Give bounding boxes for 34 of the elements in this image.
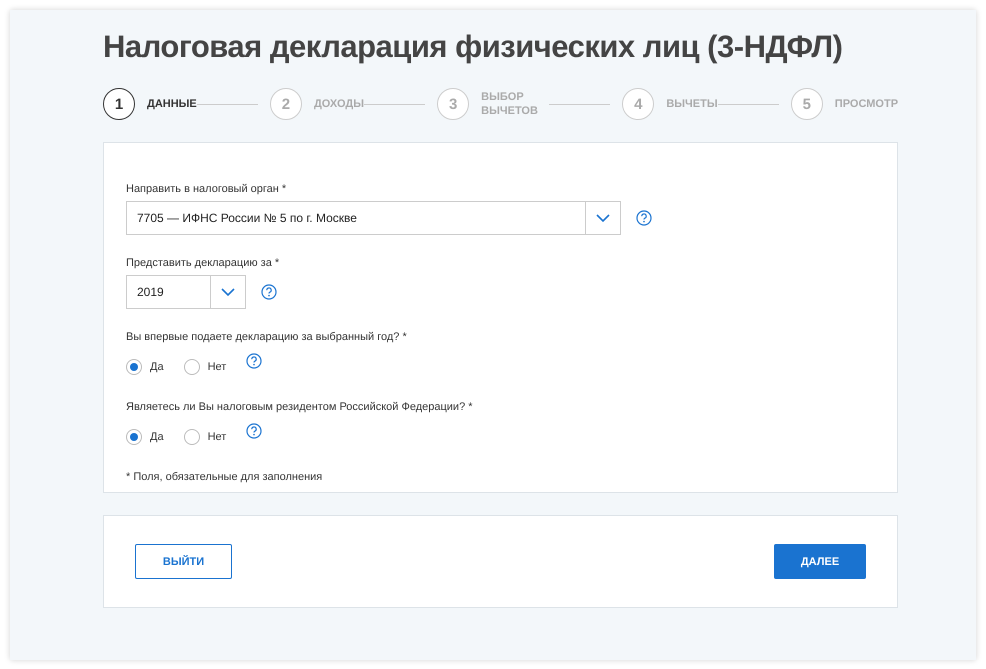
radio-button[interactable] [184, 429, 200, 445]
radio-label: Да [150, 361, 164, 373]
page-title: Налоговая декларация физических лиц (3-НДФЛ) [103, 28, 844, 66]
step-label: ВЫБОР ВЫЧЕТОВ [481, 90, 539, 118]
radio-button[interactable] [126, 429, 142, 445]
help-icon[interactable] [246, 353, 262, 369]
radio-button[interactable] [126, 359, 142, 375]
step-label: ПРОСМОТР [834, 97, 898, 111]
radio-label: Нет [208, 361, 226, 373]
chevron-icon [596, 214, 610, 222]
step-number: 5 [790, 88, 823, 120]
radio-button[interactable] [184, 359, 200, 375]
select-field[interactable]: 7705 — ИФНС России № 5 по г. Москве [126, 201, 621, 235]
question-label: Вы впервые подаете декларацию за выбранный год? * [126, 331, 408, 343]
exit-button[interactable]: ВЫЙТИ [135, 544, 232, 579]
field-label: Направить в налоговый орган * [126, 183, 288, 195]
field-label: Представить декларацию за * [126, 257, 280, 269]
next-button[interactable]: ДАЛЕЕ [774, 544, 866, 579]
help-icon[interactable] [261, 284, 277, 300]
step-number: 3 [437, 88, 470, 120]
question-label: Являетесь ли Вы налоговым резидентом Российской Федерации? * [126, 401, 474, 413]
chevron-icon [221, 288, 235, 296]
help-icon[interactable] [636, 210, 652, 226]
step-label: ДАННЫЕ [147, 97, 197, 111]
step-label: ДОХОДЫ [314, 97, 364, 111]
step-number: 1 [103, 88, 135, 120]
radio-label: Нет [208, 431, 226, 443]
radio-label: Да [150, 431, 164, 443]
step-number: 4 [622, 88, 654, 120]
step-label: ВЫЧЕТЫ [666, 97, 718, 111]
required-note: * Поля, обязательные для заполнения [126, 471, 324, 483]
help-icon[interactable] [246, 423, 262, 439]
step-number: 2 [270, 88, 302, 120]
select-field[interactable]: 2019 [126, 275, 246, 309]
